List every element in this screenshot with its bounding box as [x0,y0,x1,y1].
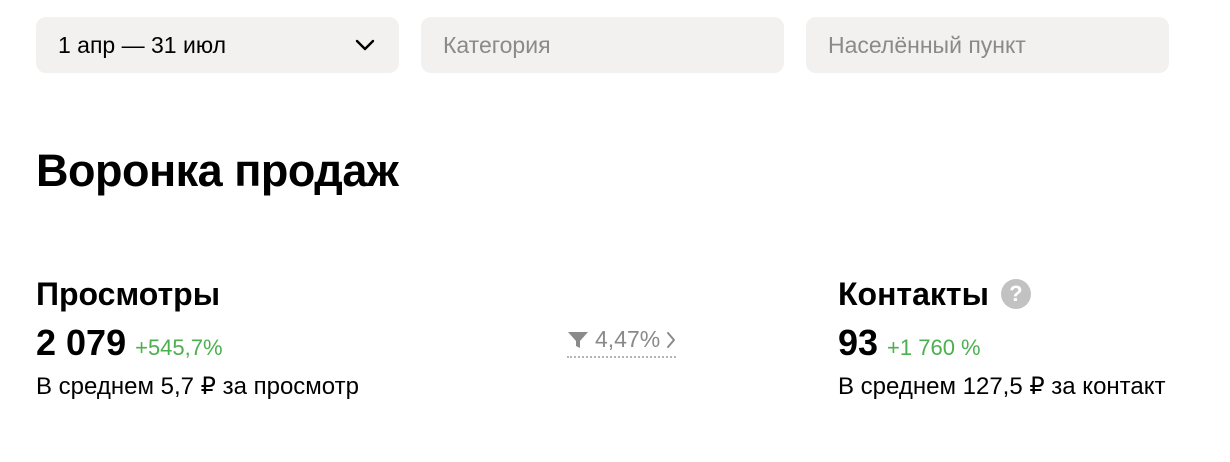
contacts-title-label: Контакты [838,275,989,312]
views-title-label: Просмотры [36,275,221,312]
contacts-average: В среднем 127,5 ₽ за контакт [838,373,1166,400]
views-delta: +545,7% [135,335,223,360]
contacts-value: 93 [838,322,879,363]
filters-bar: 1 апр — 31 июл Категория Населённый пунк… [36,17,1169,73]
question-icon[interactable]: ? [1000,279,1031,309]
conversion-rate-link[interactable]: 4,47% [567,326,677,358]
category-select[interactable]: Категория [421,17,784,73]
chevron-down-icon [355,39,375,51]
contacts-delta: +1 760 % [887,335,981,360]
page-title: Воронка продаж [36,145,399,196]
contacts-metric-row: 93 +1 760 % [838,322,1166,364]
date-range-select[interactable]: 1 апр — 31 июл [36,17,399,73]
contacts-block: Контакты ? 93 +1 760 % В среднем 127,5 ₽… [838,272,1166,401]
views-title: Просмотры [36,272,359,316]
location-select[interactable]: Населённый пункт [806,17,1169,73]
contacts-title: Контакты ? [838,272,1166,316]
location-placeholder: Населённый пункт [828,31,1026,58]
views-metric-row: 2 079 +545,7% [36,322,359,364]
views-average: В среднем 5,7 ₽ за просмотр [36,373,359,400]
date-range-value: 1 апр — 31 июл [58,31,226,58]
views-block: Просмотры 2 079 +545,7% В среднем 5,7 ₽ … [36,272,359,401]
funnel-icon [568,331,588,348]
chevron-right-icon [667,331,676,348]
conversion-rate-value: 4,47% [595,326,661,352]
category-placeholder: Категория [443,31,551,58]
views-value: 2 079 [36,322,127,363]
